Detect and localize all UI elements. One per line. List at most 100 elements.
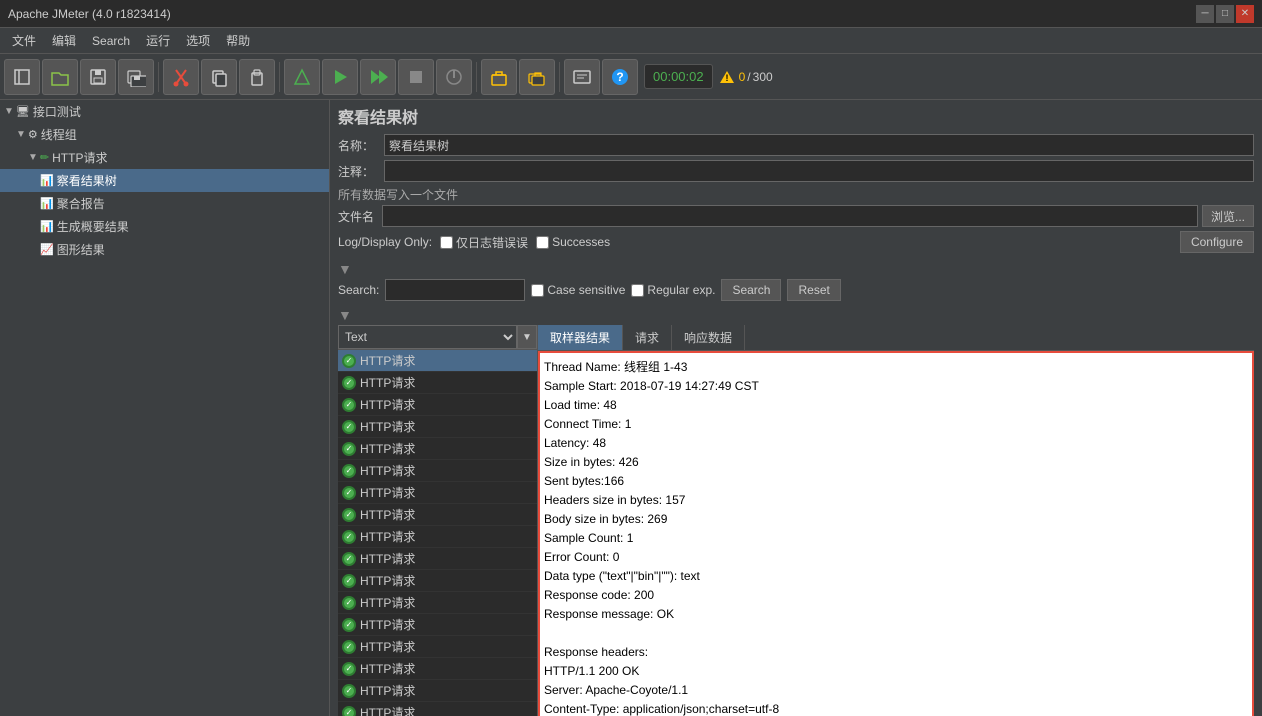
sample-item[interactable]: ✓ HTTP请求 xyxy=(338,372,537,394)
menu-bar: 文件 编辑 Search 运行 选项 帮助 xyxy=(0,28,1262,54)
function-helper-button[interactable] xyxy=(564,59,600,95)
sample-item[interactable]: ✓ HTTP请求 xyxy=(338,394,537,416)
tree-item-interface[interactable]: ▼ 🖥 接口测试 xyxy=(0,100,329,123)
sample-item[interactable]: ✓ HTTP请求 xyxy=(338,460,537,482)
expand-button[interactable] xyxy=(284,59,320,95)
tree-item-result-tree[interactable]: 📊 察看结果树 xyxy=(0,169,329,192)
detail-line-2: Sample Start: 2018-07-19 14:27:49 CST xyxy=(544,377,1248,395)
sample-item[interactable]: ✓ HTTP请求 xyxy=(338,614,537,636)
error-only-checkbox[interactable] xyxy=(440,236,453,249)
detail-line-7: Sent bytes:166 xyxy=(544,472,1248,490)
sample-item[interactable]: ✓ HTTP请求 xyxy=(338,702,537,716)
tree-item-aggregate[interactable]: 📊 聚合报告 xyxy=(0,192,329,215)
sample-item[interactable]: ✓ HTTP请求 xyxy=(338,548,537,570)
success-checkbox[interactable] xyxy=(536,236,549,249)
maximize-button[interactable]: □ xyxy=(1216,5,1234,23)
menu-help[interactable]: 帮助 xyxy=(218,30,258,51)
summary-icon: 📊 xyxy=(40,220,54,233)
max-count: / xyxy=(747,70,750,84)
sample-type-select[interactable]: Text Regexp Tester CSS/JQuery Tester JSO… xyxy=(338,325,517,349)
tree-item-thread[interactable]: ▼ ⚙ 线程组 xyxy=(0,123,329,146)
close-button[interactable]: ✕ xyxy=(1236,5,1254,23)
sample-success-icon: ✓ xyxy=(342,508,356,522)
sample-item[interactable]: ✓ HTTP请求 xyxy=(338,658,537,680)
configure-button[interactable]: Configure xyxy=(1180,231,1254,253)
sample-item[interactable]: ✓ HTTP请求 xyxy=(338,504,537,526)
copy-button[interactable] xyxy=(201,59,237,95)
case-sensitive-checkbox[interactable] xyxy=(531,284,544,297)
sample-item[interactable]: ✓ HTTP请求 xyxy=(338,526,537,548)
sample-item[interactable]: ✓ HTTP请求 xyxy=(338,482,537,504)
detail-line-5: Latency: 48 xyxy=(544,434,1248,452)
detail-line-16: Response headers: xyxy=(544,643,1248,661)
clear-all-button[interactable] xyxy=(519,59,555,95)
comment-input[interactable] xyxy=(384,160,1254,182)
cut-button[interactable] xyxy=(163,59,199,95)
tab-response-data[interactable]: 响应数据 xyxy=(672,325,745,350)
menu-search[interactable]: Search xyxy=(84,32,138,50)
stop-button[interactable] xyxy=(398,59,434,95)
sample-success-icon: ✓ xyxy=(342,486,356,500)
sample-success-icon: ✓ xyxy=(342,640,356,654)
save-button[interactable] xyxy=(80,59,116,95)
open-button[interactable] xyxy=(42,59,78,95)
sample-success-icon: ✓ xyxy=(342,574,356,588)
svg-text:?: ? xyxy=(616,70,623,84)
menu-file[interactable]: 文件 xyxy=(4,30,44,51)
sample-item[interactable]: ✓ HTTP请求 xyxy=(338,350,537,372)
tab-request[interactable]: 请求 xyxy=(623,325,672,350)
save-all-button[interactable] xyxy=(118,59,154,95)
name-input[interactable] xyxy=(384,134,1254,156)
regular-exp-label: Regular exp. xyxy=(647,283,715,297)
shutdown-button[interactable] xyxy=(436,59,472,95)
sample-item[interactable]: ✓ HTTP请求 xyxy=(338,438,537,460)
search-button[interactable]: Search xyxy=(721,279,781,301)
sample-item[interactable]: ✓ HTTP请求 xyxy=(338,570,537,592)
minimize-button[interactable]: ─ xyxy=(1196,5,1214,23)
help-button[interactable]: ? xyxy=(602,59,638,95)
reset-button[interactable]: Reset xyxy=(787,279,840,301)
start-button[interactable] xyxy=(322,59,358,95)
sample-list-header: Text Regexp Tester CSS/JQuery Tester JSO… xyxy=(338,325,537,350)
sample-success-icon: ✓ xyxy=(342,684,356,698)
tree-item-graph[interactable]: 📈 图形结果 xyxy=(0,238,329,261)
tab-sampler-result[interactable]: 取样器结果 xyxy=(538,325,623,350)
sample-item-label: HTTP请求 xyxy=(360,572,415,589)
regular-exp-checkbox[interactable] xyxy=(631,284,644,297)
sample-item[interactable]: ✓ HTTP请求 xyxy=(338,592,537,614)
clear-button[interactable] xyxy=(481,59,517,95)
sample-item[interactable]: ✓ HTTP请求 xyxy=(338,416,537,438)
toggle-interface[interactable]: ▼ xyxy=(4,106,14,117)
search-input[interactable] xyxy=(385,279,525,301)
menu-run[interactable]: 运行 xyxy=(138,30,178,51)
warning-display: ! 0 xyxy=(719,69,746,85)
sample-item[interactable]: ✓ HTTP请求 xyxy=(338,680,537,702)
graph-icon: 📈 xyxy=(40,243,54,256)
toggle-http[interactable]: ▼ xyxy=(28,152,38,163)
sample-success-icon: ✓ xyxy=(342,420,356,434)
toggle-thread[interactable]: ▼ xyxy=(16,129,26,140)
start-no-pause-button[interactable] xyxy=(360,59,396,95)
file-label: 文件名 xyxy=(338,208,378,225)
window-controls: ─ □ ✕ xyxy=(1196,5,1254,23)
comment-row: 注释： xyxy=(338,160,1254,182)
paste-button[interactable] xyxy=(239,59,275,95)
sample-success-icon: ✓ xyxy=(342,354,356,368)
search-label: Search: xyxy=(338,283,379,297)
detail-line-13: Response code: 200 xyxy=(544,586,1248,604)
menu-edit[interactable]: 编辑 xyxy=(44,30,84,51)
detail-line-14: Response message: OK xyxy=(544,605,1248,623)
browse-button[interactable]: 浏览... xyxy=(1202,205,1254,227)
sample-list: ✓ HTTP请求 ✓ HTTP请求 ✓ HTTP请求 ✓ xyxy=(338,350,537,716)
case-sensitive-label: Case sensitive xyxy=(547,283,625,297)
menu-options[interactable]: 选项 xyxy=(178,30,218,51)
sample-item-label: HTTP请求 xyxy=(360,528,415,545)
tree-item-summary[interactable]: 📊 生成概要结果 xyxy=(0,215,329,238)
file-input[interactable] xyxy=(382,205,1198,227)
list-scroll-button[interactable]: ▼ xyxy=(517,325,537,349)
sample-item[interactable]: ✓ HTTP请求 xyxy=(338,636,537,658)
log-display-row: Log/Display Only: 仅日志错误误 Successes Confi… xyxy=(338,231,1254,253)
new-button[interactable] xyxy=(4,59,40,95)
tree-item-http[interactable]: ▼ ✏ HTTP请求 xyxy=(0,146,329,169)
detail-panel: 取样器结果 请求 响应数据 Thread Name: 线程组 1-43 Samp… xyxy=(538,325,1254,716)
